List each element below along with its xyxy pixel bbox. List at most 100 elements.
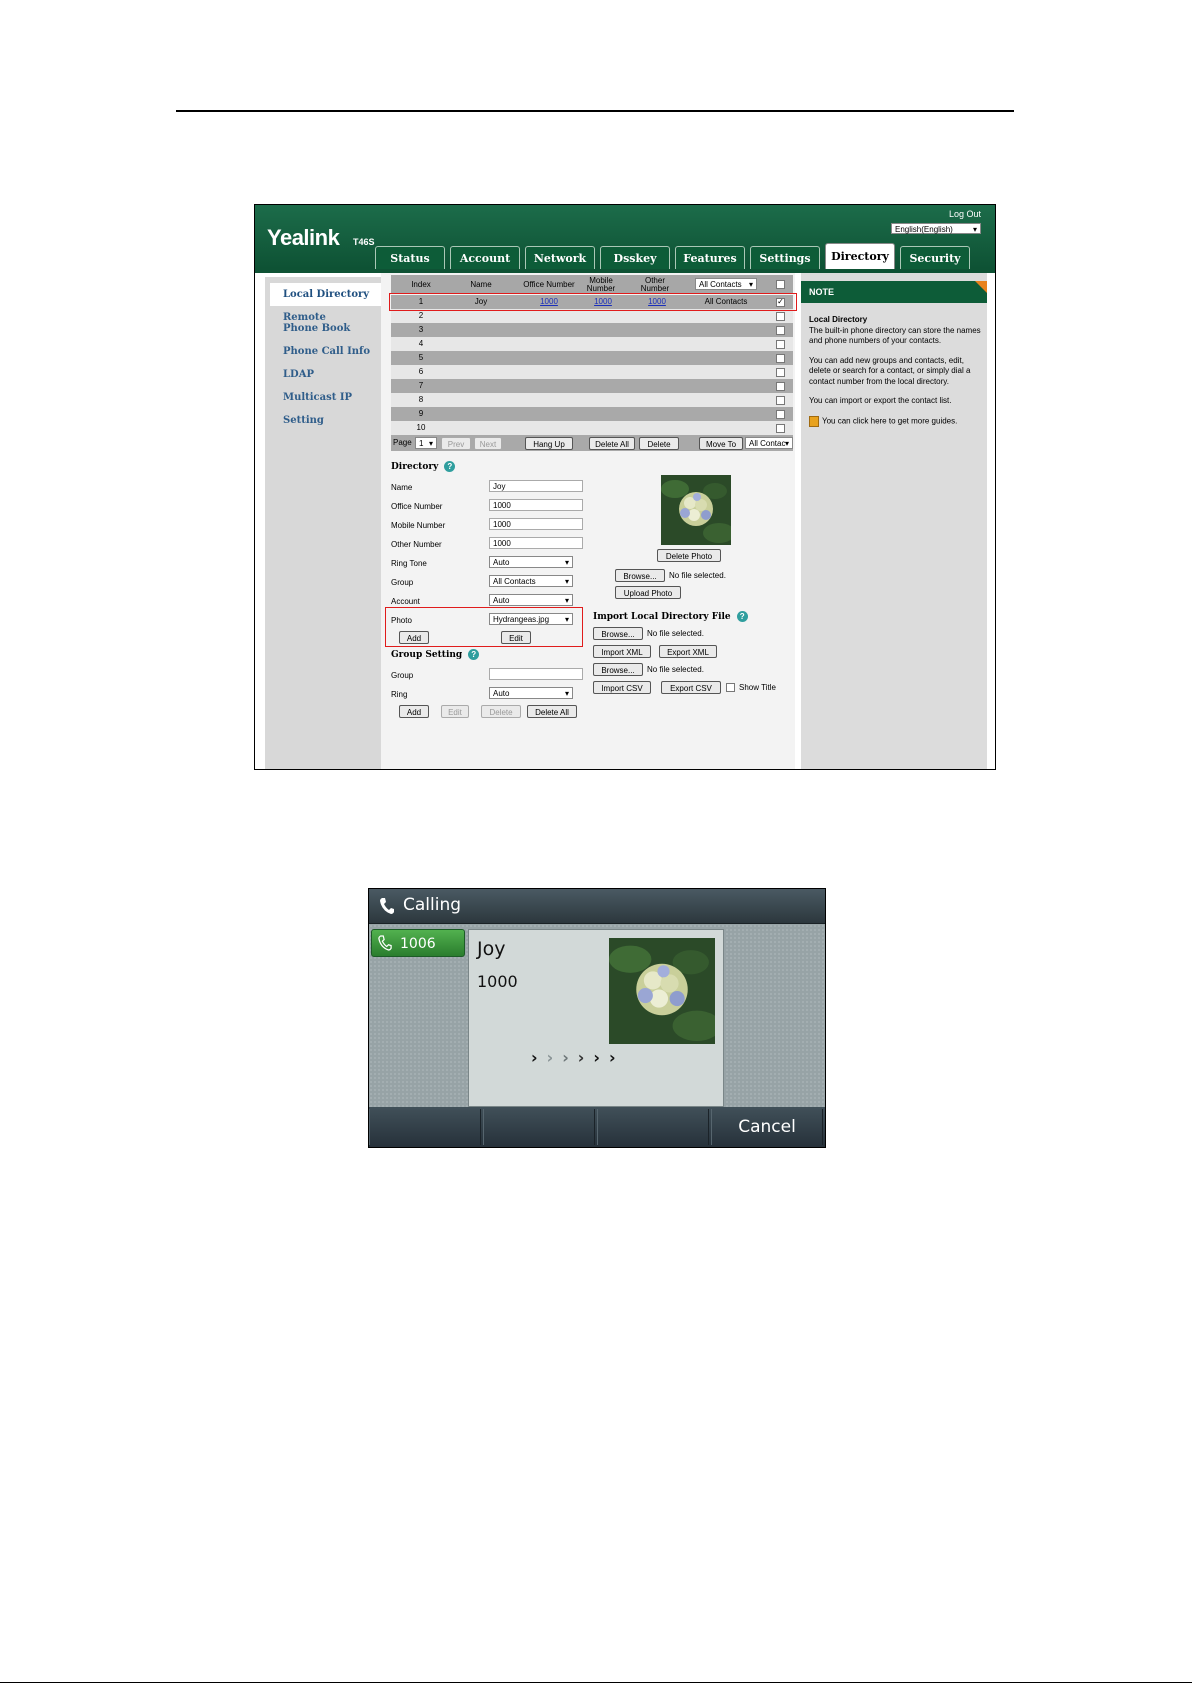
sidebar-item-setting[interactable]: Setting [265,409,381,432]
export-xml-button[interactable]: Export XML [659,645,717,658]
table-row[interactable]: 2 [391,309,793,323]
group-select[interactable]: All Contacts [489,575,573,587]
table-row[interactable]: 3 [391,323,793,337]
delete-group-button[interactable]: Delete [481,705,521,718]
import-section-title: Import Local Directory File? [593,611,748,622]
add-group-button[interactable]: Add [399,705,429,718]
row-checkbox[interactable] [776,312,785,321]
other-number-input[interactable]: 1000 [489,537,583,549]
note-paragraph: The built-in phone directory can store t… [809,325,981,346]
contacts-table-header: Index Name Office Number Mobile Number O… [391,275,793,293]
sidebar-item-remote-phone-book[interactable]: Remote Phone Book [265,306,363,340]
name-label: Name [391,483,413,492]
row-checkbox[interactable] [776,410,785,419]
other-number-label: Other Number [391,540,442,549]
tab-security[interactable]: Security [900,246,970,269]
show-title-checkbox[interactable] [726,683,735,692]
row-index: 9 [418,409,424,418]
help-icon[interactable]: ? [736,611,748,622]
delete-button[interactable]: Delete [639,437,679,450]
photo-browse-button[interactable]: Browse... [615,569,665,582]
row-checkbox[interactable] [776,396,785,405]
move-target-select[interactable]: All Contac [745,437,793,449]
row-checkbox[interactable] [776,340,785,349]
col-name: Name [470,280,492,289]
table-row[interactable]: 9 [391,407,793,421]
row-checkbox[interactable] [776,326,785,335]
row-index: 8 [418,395,424,404]
logout-link[interactable]: Log Out [949,209,981,219]
row-checkbox[interactable] [776,368,785,377]
table-row[interactable]: 6 [391,365,793,379]
prev-button[interactable]: Prev [441,437,471,450]
tab-directory[interactable]: Directory [825,243,895,270]
photo-no-file-text: No file selected. [669,571,726,580]
table-row[interactable]: 4 [391,337,793,351]
sidebar: Local Directory Remote Phone Book Phone … [265,277,381,769]
row-checkbox[interactable] [776,382,785,391]
delete-all-button[interactable]: Delete All [589,437,635,450]
col-index: Index [411,280,431,289]
sidebar-item-phone-call-info[interactable]: Phone Call Info [265,340,381,363]
ring-tone-label: Ring Tone [391,559,427,568]
sidebar-item-local-directory[interactable]: Local Directory [270,283,381,306]
import-csv-button[interactable]: Import CSV [593,681,651,694]
group-name-input[interactable] [489,668,583,680]
hydrangea-image [609,938,715,1044]
tab-account[interactable]: Account [450,246,520,269]
softkey-bar: Cancel [369,1107,825,1147]
group-label: Group [391,578,414,587]
yealink-logo: Yealink [267,225,340,250]
line-key-1006[interactable]: 1006 [371,929,465,957]
ring-select[interactable]: Auto [489,687,573,699]
help-icon[interactable]: ? [444,461,456,472]
col-other-number: Other Number [640,276,670,293]
mobile-number-input[interactable]: 1000 [489,518,583,530]
name-input[interactable]: Joy [489,480,583,492]
row-checkbox[interactable] [776,354,785,363]
page-select[interactable]: 1 [415,437,437,449]
group-filter-select[interactable]: All Contacts [695,278,757,290]
sidebar-item-multicast-ip[interactable]: Multicast IP [265,386,381,409]
note-guide-text: You can click here to get more guides. [822,416,958,426]
page-label: Page [393,438,412,447]
handset-icon [380,898,394,914]
office-number-input[interactable]: 1000 [489,499,583,511]
select-all-checkbox[interactable] [776,280,785,289]
language-select[interactable]: English(English) [891,223,981,235]
move-to-button[interactable]: Move To [699,437,743,450]
next-button[interactable]: Next [474,437,502,450]
tab-dsskey[interactable]: Dsskey [600,246,670,269]
delete-photo-button[interactable]: Delete Photo [657,549,721,562]
account-select[interactable]: Auto [489,594,573,606]
note-panel: NOTE Local Directory The built-in phone … [801,273,987,769]
softkey-1[interactable] [369,1109,481,1145]
delete-all-groups-button[interactable]: Delete All [527,705,577,718]
xml-browse-button[interactable]: Browse... [593,627,643,640]
softkey-3[interactable] [597,1109,709,1145]
tab-settings[interactable]: Settings [750,246,820,269]
csv-browse-button[interactable]: Browse... [593,663,643,676]
table-row[interactable]: 7 [391,379,793,393]
sidebar-item-ldap[interactable]: LDAP [265,363,381,386]
softkey-2[interactable] [483,1109,595,1145]
table-row[interactable]: 5 [391,351,793,365]
xml-no-file-text: No file selected. [647,629,704,638]
row-index: 5 [418,353,424,362]
ring-tone-select[interactable]: Auto [489,556,573,568]
import-xml-button[interactable]: Import XML [593,645,651,658]
help-icon[interactable]: ? [468,649,480,660]
upload-photo-button[interactable]: Upload Photo [615,586,681,599]
note-guide[interactable]: You can click here to get more guides. [809,415,981,427]
directory-title-text: Directory [391,462,439,472]
hang-up-button[interactable]: Hang Up [525,437,573,450]
cancel-softkey[interactable]: Cancel [711,1109,823,1145]
edit-group-button[interactable]: Edit [441,705,469,718]
table-row[interactable]: 10 [391,421,793,435]
export-csv-button[interactable]: Export CSV [661,681,721,694]
table-row[interactable]: 8 [391,393,793,407]
row-checkbox[interactable] [776,424,785,433]
tab-features[interactable]: Features [675,246,745,269]
tab-network[interactable]: Network [525,246,595,269]
tab-status[interactable]: Status [375,246,445,269]
